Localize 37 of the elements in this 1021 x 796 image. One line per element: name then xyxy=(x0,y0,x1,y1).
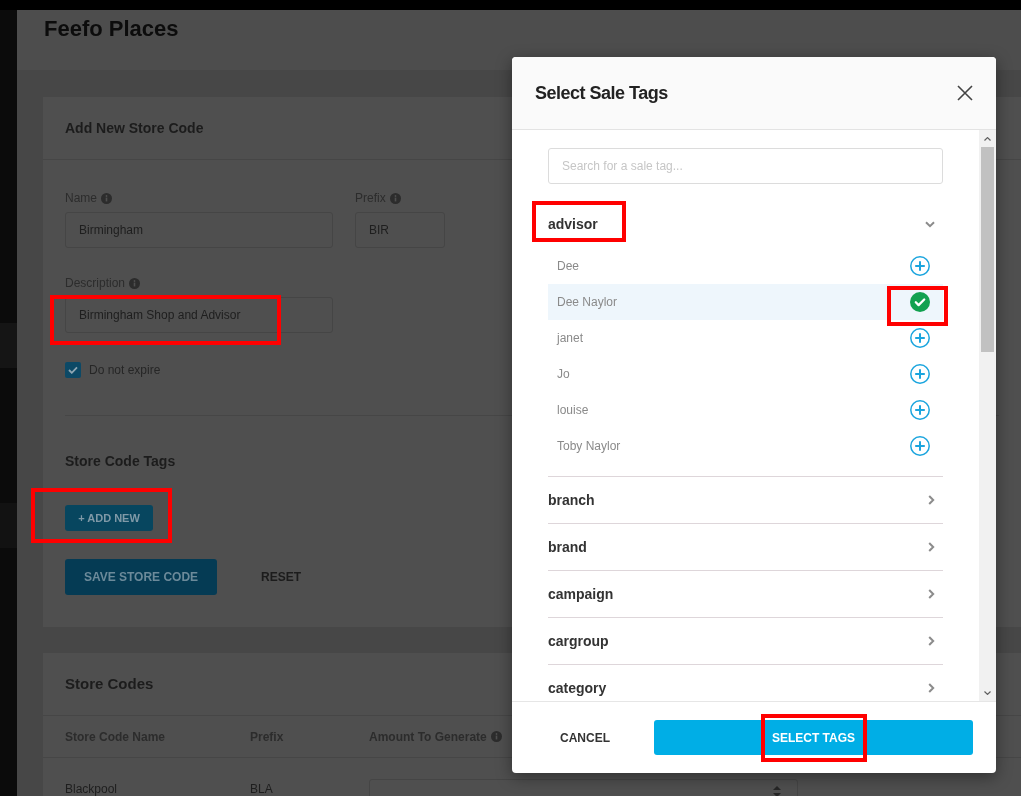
caret-up-icon[interactable] xyxy=(984,136,991,141)
tag-group-header[interactable]: cargroup xyxy=(548,618,943,664)
info-icon xyxy=(389,192,401,204)
tag-group-header[interactable]: brand xyxy=(548,524,943,570)
page-title: Feefo Places xyxy=(44,15,179,43)
select-tags-button[interactable]: SELECT TAGS xyxy=(654,720,973,755)
chevron-down-icon[interactable] xyxy=(925,220,935,228)
chevron-right-icon[interactable] xyxy=(928,495,935,505)
modal-title: Select Sale Tags xyxy=(535,81,668,105)
close-button[interactable] xyxy=(957,85,973,101)
caret-down-icon[interactable] xyxy=(984,690,991,695)
chevron-right-icon[interactable] xyxy=(928,542,935,552)
chevron-right-icon[interactable] xyxy=(928,636,935,646)
plus-circle-icon[interactable] xyxy=(910,400,930,420)
chevron-right-icon[interactable] xyxy=(928,683,935,693)
plus-circle-icon[interactable] xyxy=(910,328,930,348)
plus-circle-icon[interactable] xyxy=(910,256,930,276)
add-new-button[interactable]: + ADD NEW xyxy=(65,505,153,532)
close-icon xyxy=(957,85,973,101)
scrollbar-thumb[interactable] xyxy=(981,147,994,352)
stepper-arrows-icon[interactable] xyxy=(773,786,781,796)
tag-group-header[interactable]: advisor xyxy=(548,200,943,248)
check-icon xyxy=(68,366,78,374)
tag-group-header[interactable]: branch xyxy=(548,477,943,523)
info-icon xyxy=(101,192,112,204)
chevron-right-icon[interactable] xyxy=(928,589,935,599)
tag-group-header[interactable]: category xyxy=(548,665,943,701)
check-circle-icon[interactable] xyxy=(910,292,930,312)
plus-circle-icon[interactable] xyxy=(910,436,930,456)
plus-circle-icon[interactable] xyxy=(910,364,930,384)
scrollbar[interactable] xyxy=(979,130,996,701)
info-icon xyxy=(129,277,141,289)
checkbox[interactable] xyxy=(65,362,81,378)
cancel-button[interactable]: CANCEL xyxy=(535,720,635,755)
tag-group-header[interactable]: campaign xyxy=(548,571,943,617)
tag-option[interactable]: Dee Naylor xyxy=(548,284,943,320)
save-button[interactable]: SAVE STORE CODE xyxy=(65,559,217,596)
